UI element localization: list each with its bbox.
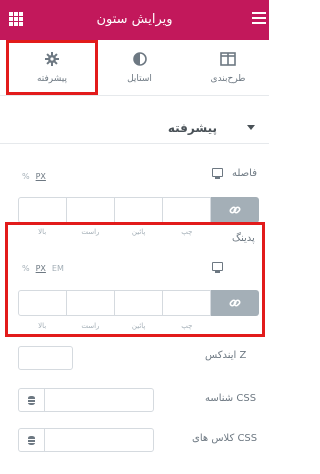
css-classes-label: کلاس های CSS xyxy=(192,433,258,444)
unit-px[interactable]: PX xyxy=(36,264,46,273)
dynamic-tags-icon[interactable] xyxy=(18,428,45,452)
margin-top-input[interactable] xyxy=(18,197,67,223)
gear-icon xyxy=(9,52,95,68)
zindex-label: ایندکس Z xyxy=(205,350,247,361)
unit-percent[interactable]: % xyxy=(22,172,30,181)
margin-bottom-input[interactable] xyxy=(115,197,163,223)
link-values-button[interactable] xyxy=(211,197,259,223)
zindex-input[interactable] xyxy=(18,346,73,370)
columns-icon xyxy=(187,52,269,68)
panel-header: ویرایش ستون xyxy=(0,0,269,40)
tab-layout-label: طرح‌بندی xyxy=(210,74,246,84)
dim-label: چپ xyxy=(181,322,193,330)
dim-label: بالا xyxy=(38,322,47,330)
padding-bottom-input[interactable] xyxy=(115,290,163,316)
padding-top-input[interactable] xyxy=(18,290,67,316)
tab-layout[interactable]: طرح‌بندی xyxy=(187,40,269,96)
contrast-icon xyxy=(95,52,184,68)
padding-label: پدینگ xyxy=(232,233,255,244)
link-icon xyxy=(229,206,241,214)
tab-advanced[interactable]: پیشرفته xyxy=(6,40,98,95)
dim-label: راست xyxy=(81,322,100,330)
css-id-input[interactable] xyxy=(44,388,154,412)
css-classes-input[interactable] xyxy=(44,428,154,452)
tab-style[interactable]: استایل xyxy=(95,40,184,96)
margin-left-input[interactable] xyxy=(163,197,211,223)
tab-advanced-label: پیشرفته xyxy=(36,74,68,84)
section-title: پیشرفته xyxy=(167,121,217,135)
dynamic-tags-icon[interactable] xyxy=(18,388,45,412)
link-values-button[interactable] xyxy=(211,290,259,316)
hamburger-icon[interactable] xyxy=(252,12,266,26)
padding-dim-labels: بالا راست پائین چپ xyxy=(18,322,259,330)
padding-left-input[interactable] xyxy=(163,290,211,316)
margin-units: % PX xyxy=(22,172,46,181)
caret-down-icon xyxy=(247,125,255,130)
css-id-label: شناسه CSS xyxy=(205,393,257,404)
padding-units: % PX EM xyxy=(22,264,64,273)
unit-em[interactable]: EM xyxy=(52,264,64,273)
desktop-icon[interactable] xyxy=(212,262,223,273)
highlight-frame xyxy=(5,222,265,337)
unit-percent[interactable]: % xyxy=(22,264,30,273)
padding-inputs xyxy=(18,290,259,316)
tab-style-label: استایل xyxy=(127,74,152,84)
dim-label: پائین xyxy=(131,322,146,330)
unit-px[interactable]: PX xyxy=(36,172,46,181)
margin-label: فاصله xyxy=(232,168,257,179)
padding-right-input[interactable] xyxy=(67,290,115,316)
panel-title: ویرایش ستون xyxy=(96,12,173,27)
panel-tabs: طرح‌بندی استایل پیشرفته xyxy=(0,40,269,96)
section-advanced-toggle[interactable]: پیشرفته xyxy=(0,110,269,144)
margin-right-input[interactable] xyxy=(67,197,115,223)
desktop-icon[interactable] xyxy=(212,168,223,179)
margin-inputs xyxy=(18,197,259,223)
link-icon xyxy=(229,299,241,307)
